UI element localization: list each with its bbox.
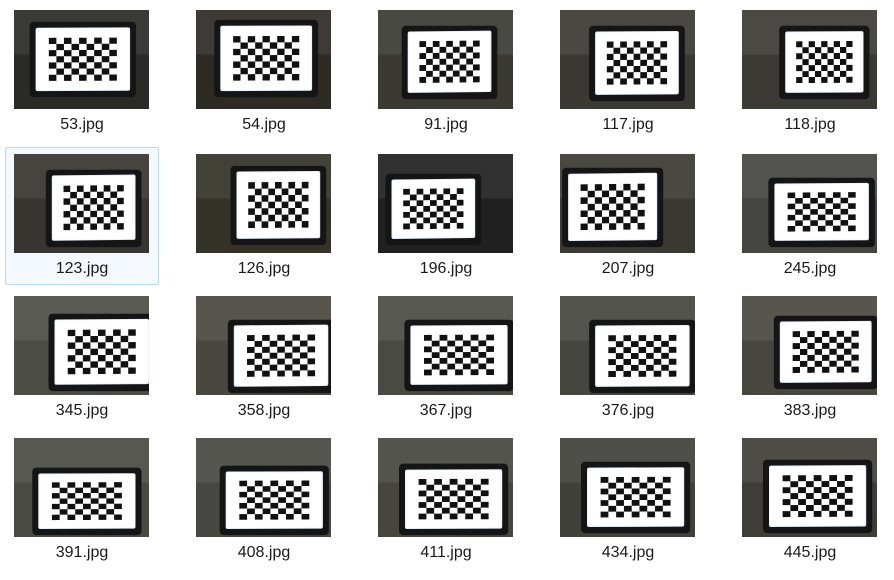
file-name: 118.jpg — [784, 116, 836, 133]
file-name: 391.jpg — [55, 544, 109, 561]
file-item[interactable]: 54.jpg — [187, 3, 341, 141]
file-thumbnail — [378, 154, 513, 253]
file-thumbnail — [742, 10, 877, 109]
file-item[interactable]: 408.jpg — [187, 431, 341, 569]
file-item[interactable]: 123.jpg — [5, 147, 159, 285]
file-thumbnail — [378, 10, 513, 109]
file-grid: 53.jpg 54.jpg 91.jpg 117.jpg 118.jpg 123.jpg 1… — [0, 0, 894, 580]
file-name: 91.jpg — [424, 116, 468, 133]
file-item[interactable]: 358.jpg — [187, 289, 341, 427]
file-name: 434.jpg — [601, 544, 655, 561]
file-name: 126.jpg — [237, 260, 291, 277]
file-thumbnail — [196, 10, 331, 109]
file-item[interactable]: 126.jpg — [187, 147, 341, 285]
file-thumbnail — [378, 438, 513, 537]
file-item[interactable]: 383.jpg — [733, 289, 887, 427]
file-item[interactable]: 345.jpg — [5, 289, 159, 427]
file-thumbnail — [742, 438, 877, 537]
file-item[interactable]: 196.jpg — [369, 147, 523, 285]
file-name: 376.jpg — [601, 402, 655, 419]
file-item[interactable]: 53.jpg — [5, 3, 159, 141]
file-thumbnail — [14, 438, 149, 537]
file-thumbnail — [378, 296, 513, 395]
file-item[interactable]: 207.jpg — [551, 147, 705, 285]
file-thumbnail — [196, 438, 331, 537]
file-thumbnail — [560, 10, 695, 109]
file-name: 196.jpg — [419, 260, 473, 277]
file-name: 207.jpg — [601, 260, 655, 277]
file-thumbnail — [196, 154, 331, 253]
file-name: 123.jpg — [55, 260, 109, 277]
file-thumbnail — [742, 296, 877, 395]
file-name: 345.jpg — [55, 402, 109, 419]
file-name: 54.jpg — [242, 116, 286, 133]
file-item[interactable]: 245.jpg — [733, 147, 887, 285]
file-item[interactable]: 118.jpg — [733, 3, 887, 141]
file-item[interactable]: 91.jpg — [369, 3, 523, 141]
file-item[interactable]: 445.jpg — [733, 431, 887, 569]
file-item[interactable]: 367.jpg — [369, 289, 523, 427]
file-name: 245.jpg — [783, 260, 837, 277]
file-name: 411.jpg — [420, 544, 472, 561]
file-thumbnail — [196, 296, 331, 395]
file-name: 383.jpg — [783, 402, 837, 419]
file-name: 408.jpg — [237, 544, 291, 561]
file-item[interactable]: 391.jpg — [5, 431, 159, 569]
file-name: 358.jpg — [237, 402, 291, 419]
file-item[interactable]: 411.jpg — [369, 431, 523, 569]
file-thumbnail — [560, 296, 695, 395]
file-name: 117.jpg — [602, 116, 654, 133]
file-item[interactable]: 117.jpg — [551, 3, 705, 141]
file-item[interactable]: 376.jpg — [551, 289, 705, 427]
file-name: 445.jpg — [783, 544, 837, 561]
file-name: 367.jpg — [419, 402, 473, 419]
file-thumbnail — [14, 154, 149, 253]
file-thumbnail — [560, 438, 695, 537]
file-thumbnail — [14, 296, 149, 395]
file-thumbnail — [560, 154, 695, 253]
file-name: 53.jpg — [60, 116, 104, 133]
file-thumbnail — [14, 10, 149, 109]
file-item[interactable]: 434.jpg — [551, 431, 705, 569]
file-thumbnail — [742, 154, 877, 253]
